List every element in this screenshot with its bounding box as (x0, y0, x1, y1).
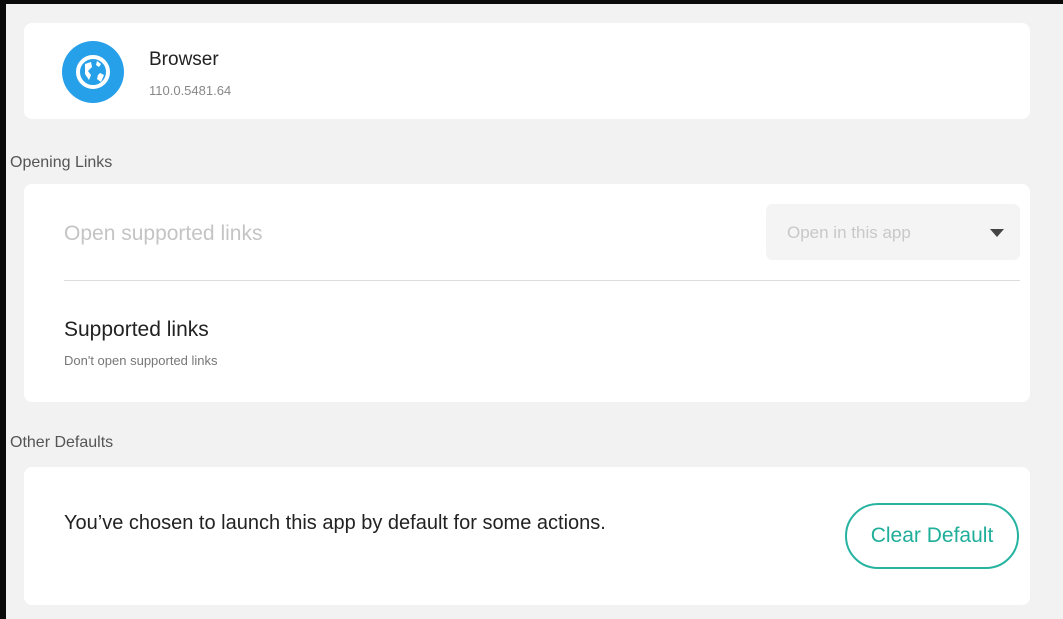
opening-links-card: Open supported links Open in this app Su… (24, 184, 1030, 402)
open-links-dropdown[interactable]: Open in this app (766, 204, 1020, 260)
supported-links-subtitle: Don't open supported links (64, 353, 218, 368)
app-info-card: Browser 110.0.5481.64 (24, 23, 1030, 119)
window-left-border (0, 0, 6, 619)
open-supported-links-label: Open supported links (64, 222, 263, 245)
other-defaults-card: You’ve chosen to launch this app by defa… (24, 467, 1030, 605)
triangle-down-icon (990, 229, 1004, 237)
app-version: 110.0.5481.64 (149, 83, 232, 98)
app-name: Browser (149, 49, 219, 70)
window-top-border (0, 0, 1063, 4)
clear-default-button[interactable]: Clear Default (845, 503, 1019, 569)
supported-links-title: Supported links (64, 318, 209, 341)
divider (64, 280, 1020, 281)
dropdown-selected-value: Open in this app (787, 223, 911, 242)
default-actions-message: You’ve chosen to launch this app by defa… (64, 512, 606, 534)
section-header-opening-links: Opening Links (10, 154, 113, 171)
globe-icon (62, 41, 124, 103)
section-header-other-defaults: Other Defaults (10, 434, 114, 451)
